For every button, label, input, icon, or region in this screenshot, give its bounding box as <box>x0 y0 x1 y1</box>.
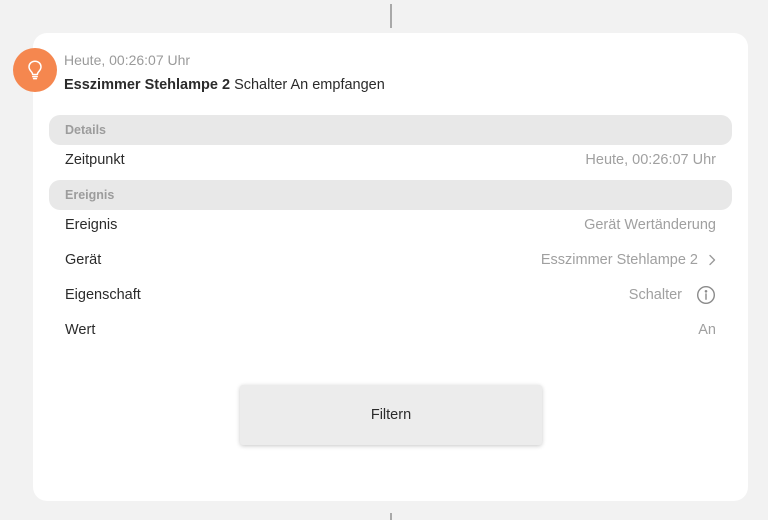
row-label: Ereignis <box>65 217 118 233</box>
row-value: Heute, 00:26:07 Uhr <box>585 152 716 168</box>
timeline-line-top <box>390 4 392 28</box>
event-icon <box>13 48 57 92</box>
lightbulb-icon <box>25 59 45 81</box>
event-title: Esszimmer Stehlampe 2 Schalter An empfan… <box>64 77 385 93</box>
filter-button[interactable]: Filtern <box>240 385 542 445</box>
detail-row-zeitpunkt: Zeitpunkt Heute, 00:26:07 Uhr <box>65 143 716 177</box>
row-value: Esszimmer Stehlampe 2 <box>540 252 698 268</box>
row-label: Zeitpunkt <box>65 152 125 168</box>
event-message: Schalter An empfangen <box>234 77 385 93</box>
detail-row-geraet[interactable]: Gerät Esszimmer Stehlampe 2 <box>65 243 716 277</box>
row-value: Gerät Wertänderung <box>584 217 716 233</box>
row-value: Schalter <box>628 287 682 303</box>
row-label: Eigenschaft <box>65 287 141 303</box>
row-value-wrap: Schalter <box>629 285 716 305</box>
row-value: An <box>698 322 716 338</box>
row-label: Wert <box>65 322 96 338</box>
detail-row-eigenschaft: Eigenschaft Schalter <box>65 278 716 312</box>
info-icon[interactable] <box>696 285 716 305</box>
event-device-name: Esszimmer Stehlampe 2 <box>64 77 231 93</box>
row-label: Gerät <box>65 252 102 268</box>
chevron-right-icon[interactable] <box>708 254 716 266</box>
event-timestamp: Heute, 00:26:07 Uhr <box>64 52 191 68</box>
detail-row-ereignis: Ereignis Gerät Wertänderung <box>65 208 716 242</box>
section-header-ereignis: Ereignis <box>49 180 732 210</box>
row-value-wrap: Esszimmer Stehlampe 2 <box>541 252 716 268</box>
timeline-line-bottom <box>390 513 392 520</box>
detail-row-wert: Wert An <box>65 313 716 347</box>
section-header-details: Details <box>49 115 732 145</box>
